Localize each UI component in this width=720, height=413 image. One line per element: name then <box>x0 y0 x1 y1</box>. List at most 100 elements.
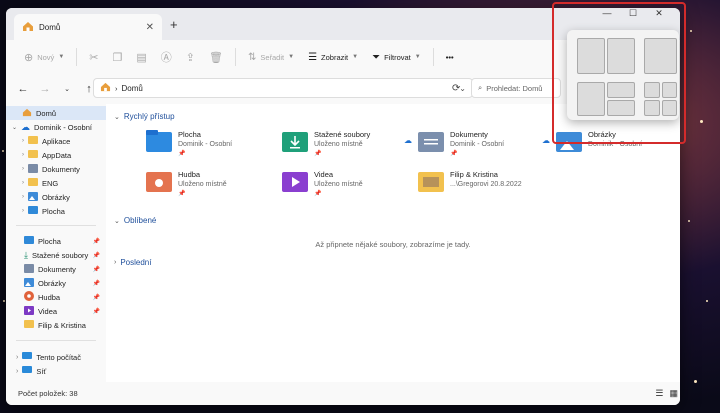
sidebar-pinned-music[interactable]: Hudba 📌 <box>6 290 106 304</box>
computer-icon <box>22 352 33 362</box>
sidebar-item-label: Dominik - Osobní <box>34 122 92 132</box>
sidebar-pinned-desktop[interactable]: Plocha 📌 <box>6 234 106 248</box>
chevron-down-icon: ⌄ <box>114 113 120 121</box>
quick-access-item-videos[interactable]: Videa Uloženo místně 📌 <box>282 170 363 198</box>
download-icon: ⤓ <box>24 249 28 260</box>
sidebar-item-documents[interactable]: › Dokumenty <box>6 162 80 176</box>
sidebar-item-desktop[interactable]: › Plocha <box>6 204 65 218</box>
copy-icon: ❐ <box>112 51 123 64</box>
item-name: Filip & Kristina <box>450 170 498 179</box>
view-label: Zobrazit <box>321 52 349 62</box>
chevron-down-icon: ▼ <box>288 54 295 60</box>
forward-button[interactable]: → <box>38 83 52 95</box>
desktop-icon <box>24 236 34 246</box>
view-button[interactable]: ☰ Zobrazit ▼ <box>302 46 364 68</box>
sidebar-divider <box>16 225 96 226</box>
new-label: Nový <box>37 52 55 62</box>
quick-access-item-filip-kristina[interactable]: Filip & Kristina ...\Gregorovi 20.8.2022 <box>418 170 522 194</box>
sidebar-pinned-videos[interactable]: Videa 📌 <box>6 304 106 318</box>
sidebar-item-label: Síť <box>36 366 47 376</box>
trash-icon: 🗑 <box>208 51 223 64</box>
filter-label: Filtrovat <box>384 52 411 62</box>
address-bar[interactable]: › Domů ⌄ <box>93 78 473 98</box>
chevron-right-icon: › <box>22 152 24 158</box>
home-icon <box>100 82 111 94</box>
quick-access-item-music[interactable]: Hudba Uloženo místně 📌 <box>146 170 227 198</box>
documents-icon <box>28 163 38 175</box>
tiles-view-icon[interactable]: ▦ <box>669 388 678 399</box>
chevron-down-icon: ⌄ <box>12 124 18 131</box>
video-icon <box>24 305 34 317</box>
back-button[interactable]: ← <box>16 83 30 95</box>
tab-title: Domů <box>39 22 61 32</box>
sidebar-item-home[interactable]: Domů <box>6 106 118 120</box>
share-button[interactable]: ⇪ <box>180 46 201 68</box>
item-location: ...\Gregorovi 20.8.2022 <box>450 181 522 188</box>
item-name: Videa <box>314 170 334 179</box>
new-tab-button[interactable]: + <box>170 17 178 32</box>
sidebar-pinned-filip-kristina[interactable]: Filip & Kristina <box>6 318 106 332</box>
pin-icon: 📌 <box>314 191 322 197</box>
copy-button[interactable]: ❐ <box>106 46 128 68</box>
sidebar-pinned-pictures[interactable]: Obrázky 📌 <box>6 276 106 290</box>
sidebar-item-network[interactable]: › Síť <box>6 364 46 378</box>
sidebar-item-eng[interactable]: › ENG <box>6 176 58 190</box>
more-options-button[interactable]: ••• <box>440 46 460 68</box>
sidebar-item-appdata[interactable]: › AppData <box>6 148 71 162</box>
sort-label: Seřadit <box>260 52 285 62</box>
quick-access-item-desktop[interactable]: Plocha Dominik - Osobní 📌 <box>146 130 232 158</box>
sidebar-item-pictures[interactable]: › Obrázky <box>6 190 70 204</box>
favorites-header[interactable]: ⌄ Oblíbené <box>114 216 156 225</box>
tab-home[interactable]: Domů ✕ <box>14 14 162 40</box>
details-view-icon[interactable]: ☰ <box>655 388 663 399</box>
cut-button[interactable]: ✂ <box>83 46 104 68</box>
videos-folder-icon <box>282 170 308 194</box>
close-tab-icon[interactable]: ✕ <box>146 22 154 33</box>
item-location: Uloženo místně <box>314 141 363 148</box>
cloud-icon: ☁ <box>404 136 412 145</box>
breadcrumb-separator: › <box>115 83 118 93</box>
sidebar-item-label: Videa <box>38 306 58 316</box>
search-icon: ⌕ <box>478 83 483 92</box>
quick-access-header[interactable]: ⌄ Rychlý přístup <box>114 112 175 121</box>
breadcrumb-home[interactable]: Domů <box>122 84 456 93</box>
sidebar-pinned-documents[interactable]: Dokumenty 📌 <box>6 262 106 276</box>
pin-icon: 📌 <box>92 252 100 259</box>
quick-access-item-downloads[interactable]: Stažené soubory Uloženo místně 📌 <box>282 130 370 158</box>
sidebar-item-label: Stažené soubory <box>31 250 89 260</box>
sidebar-item-label: Hudba <box>38 292 61 302</box>
sidebar-item-label: Obrázky <box>42 192 70 202</box>
item-name: Dokumenty <box>450 130 488 139</box>
documents-icon <box>24 263 34 275</box>
new-button[interactable]: ⊕ Nový ▼ <box>18 46 70 68</box>
search-placeholder: Prohledat: Domů <box>486 83 543 93</box>
chevron-right-icon: › <box>22 166 24 172</box>
sidebar-pinned-downloads[interactable]: ⤓ Stažené soubory 📌 <box>6 248 106 262</box>
recent-locations-button[interactable]: ⌄ <box>60 85 74 93</box>
toolbar-divider <box>432 48 434 66</box>
sidebar-item-label: Aplikace <box>42 136 71 146</box>
rename-button[interactable]: Ⓐ <box>155 46 178 68</box>
paste-button[interactable]: ▤ <box>130 46 152 68</box>
sidebar-item-apps[interactable]: › Aplikace <box>6 134 70 148</box>
scissors-icon: ✂ <box>89 51 99 64</box>
chevron-right-icon: › <box>22 194 24 200</box>
sort-button[interactable]: ⇅ Seřadit ▼ <box>242 46 300 68</box>
folder-icon <box>28 136 38 146</box>
delete-button[interactable]: 🗑 <box>203 46 229 68</box>
section-title: Poslední <box>120 258 152 267</box>
sidebar-item-onedrive[interactable]: ⌄ ☁ Dominik - Osobní <box>6 120 92 134</box>
quick-access-item-documents[interactable]: ☁ Dokumenty Dominik - Osobní 📌 <box>404 130 504 158</box>
refresh-button[interactable]: ⟳ <box>452 83 460 94</box>
sidebar-item-this-pc[interactable]: › Tento počítač <box>6 350 81 364</box>
chevron-down-icon: ▼ <box>414 54 421 60</box>
search-input[interactable]: ⌕ Prohledat: Domů <box>471 78 561 98</box>
item-name: Hudba <box>178 170 201 179</box>
section-title: Oblíbené <box>123 216 157 225</box>
pin-icon: 📌 <box>92 294 100 301</box>
filter-button[interactable]: ⏷ Filtrovat ▼ <box>366 46 427 68</box>
downloads-folder-icon <box>282 130 308 154</box>
folder-icon <box>28 178 38 188</box>
recent-header[interactable]: › Poslední <box>114 258 151 267</box>
item-location: Uloženo místně <box>178 181 227 188</box>
